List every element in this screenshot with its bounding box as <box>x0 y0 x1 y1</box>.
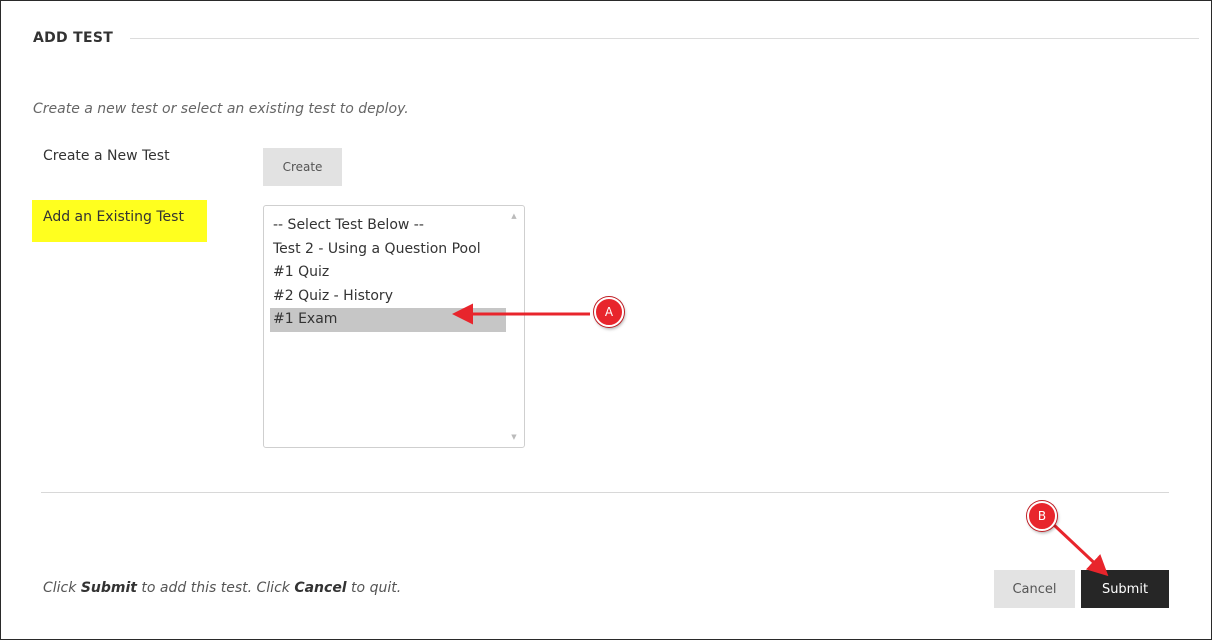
create-new-test-label: Create a New Test <box>43 148 170 164</box>
annotation-marker-b: B <box>1027 501 1057 531</box>
list-option-exam-1-selected[interactable]: #1 Exam <box>270 308 506 332</box>
cancel-button[interactable]: Cancel <box>994 570 1075 608</box>
create-button[interactable]: Create <box>263 148 342 186</box>
submit-button[interactable]: Submit <box>1081 570 1169 608</box>
annotation-marker-a: A <box>594 297 624 327</box>
section-header: ADD TEST <box>33 27 1199 51</box>
scroll-down-arrow-icon[interactable]: ▼ <box>509 432 519 442</box>
list-option-quiz-1[interactable]: #1 Quiz <box>270 261 506 285</box>
section-title: ADD TEST <box>33 30 114 46</box>
footer-text-part: to add this test. Click <box>136 580 295 596</box>
list-option-quiz-2-history[interactable]: #2 Quiz - History <box>270 285 506 309</box>
list-option-select-placeholder[interactable]: -- Select Test Below -- <box>270 214 506 238</box>
intro-instructions: Create a new test or select an existing … <box>33 101 409 117</box>
list-option-test-2[interactable]: Test 2 - Using a Question Pool <box>270 238 506 262</box>
listbox-options: -- Select Test Below -- Test 2 - Using a… <box>270 214 506 332</box>
section-divider <box>130 38 1199 39</box>
footer-text-part: to quit. <box>346 580 402 596</box>
footer-submit-word: Submit <box>80 580 137 596</box>
existing-test-listbox[interactable]: -- Select Test Below -- Test 2 - Using a… <box>263 205 525 448</box>
footer-cancel-word: Cancel <box>294 580 347 596</box>
footer-text-part: Click <box>43 580 81 596</box>
form-divider <box>41 492 1169 493</box>
scroll-up-arrow-icon[interactable]: ▲ <box>509 211 519 221</box>
footer-instructions: Click Submit to add this test. Click Can… <box>43 578 401 598</box>
add-existing-test-label: Add an Existing Test <box>32 200 207 242</box>
